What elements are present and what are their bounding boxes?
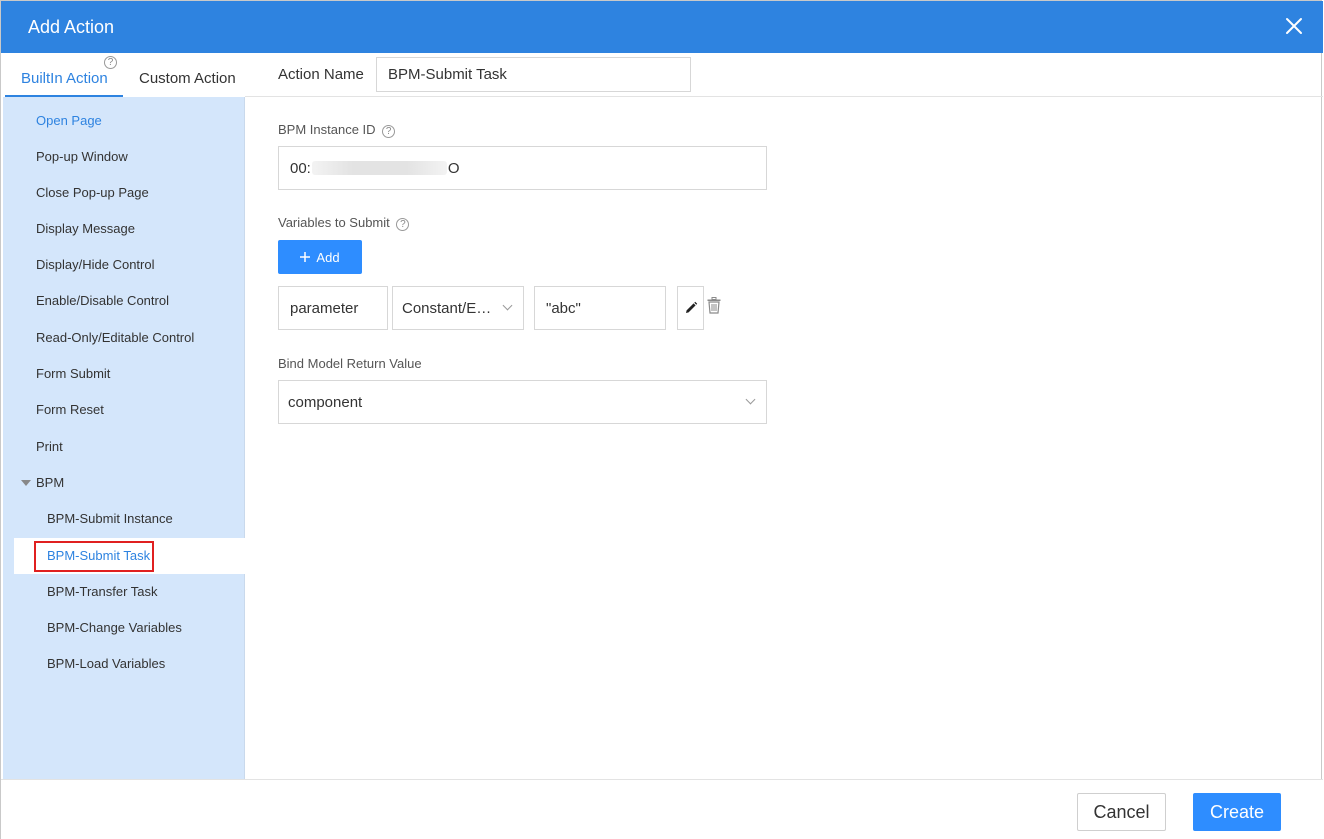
active-tab-indicator — [5, 95, 123, 97]
variable-name-input[interactable]: parameter — [278, 286, 388, 330]
sidebar-item-form-reset[interactable]: Form Reset — [3, 392, 245, 428]
sidebar-item-print[interactable]: Print — [3, 429, 245, 465]
sidebar-item-label: Form Reset — [36, 402, 104, 417]
action-name-input[interactable]: BPM-Submit Task — [376, 57, 691, 92]
sidebar-item-bpm-load-variables[interactable]: BPM-Load Variables — [3, 646, 245, 682]
action-name-label: Action Name — [278, 66, 364, 83]
add-action-dialog: Add Action BuiltIn Action ? Custom Actio… — [0, 0, 1323, 839]
help-icon: ? — [104, 56, 117, 69]
sidebar-item-form-submit[interactable]: Form Submit — [3, 356, 245, 392]
instance-id-label: BPM Instance ID ? — [278, 122, 396, 138]
variables-label: Variables to Submit ? — [278, 215, 410, 231]
sidebar-item-label: Close Pop-up Page — [36, 185, 149, 200]
sidebar-item-display-hide[interactable]: Display/Hide Control — [3, 247, 245, 283]
sidebar-item-bpm-submit-instance[interactable]: BPM-Submit Instance — [3, 501, 245, 537]
chevron-down-icon — [745, 394, 756, 405]
cancel-button[interactable]: Cancel — [1077, 793, 1166, 831]
sidebar-item-popup-window[interactable]: Pop-up Window — [3, 139, 245, 175]
sidebar-item-label: BPM-Transfer Task — [47, 584, 158, 599]
caret-down-icon — [21, 480, 31, 486]
plus-icon — [300, 252, 311, 262]
pencil-icon — [685, 301, 697, 313]
variable-type-value: Constant/E… — [402, 299, 492, 317]
trash-icon[interactable] — [707, 297, 721, 319]
create-button[interactable]: Create — [1193, 793, 1281, 831]
action-name-row: Action Name BPM-Submit Task — [245, 53, 1323, 97]
instance-id-label-text: BPM Instance ID — [278, 122, 376, 137]
sidebar-item-open-page[interactable]: Open Page — [3, 103, 245, 139]
dialog-title: Add Action — [28, 17, 115, 37]
sidebar-item-label: Pop-up Window — [36, 149, 128, 164]
instance-id-prefix: 00: — [290, 159, 311, 177]
sidebar-item-readonly-editable[interactable]: Read-Only/Editable Control — [3, 320, 245, 356]
sidebar-group-bpm[interactable]: BPM — [3, 465, 245, 501]
sidebar-item-label: BPM-Submit Task — [47, 548, 151, 563]
sidebar-item-bpm-transfer-task[interactable]: BPM-Transfer Task — [3, 574, 245, 610]
add-button-label: Add — [316, 249, 340, 265]
sidebar-item-label: BPM-Submit Instance — [47, 511, 173, 526]
sidebar-item-label: Display/Hide Control — [36, 257, 155, 272]
instance-id-input[interactable]: 00: O — [278, 146, 767, 190]
tab-builtin-action[interactable]: BuiltIn Action — [21, 70, 108, 87]
return-value-text: component — [288, 393, 363, 411]
instance-id-suffix: O — [447, 159, 460, 177]
return-value-select[interactable]: component — [278, 380, 767, 424]
sidebar-group-label: BPM — [36, 475, 65, 490]
variable-type-select[interactable]: Constant/E… — [392, 286, 524, 330]
redacted-value — [311, 161, 447, 175]
sidebar-item-enable-disable[interactable]: Enable/Disable Control — [3, 283, 245, 319]
sidebar-item-label: Display Message — [36, 221, 135, 236]
sidebar-item-bpm-submit-task[interactable]: BPM-Submit Task — [14, 538, 245, 574]
action-sidebar: BuiltIn Action ? Custom Action Open Page… — [3, 53, 245, 779]
action-tabs: BuiltIn Action ? Custom Action — [3, 53, 245, 97]
sidebar-item-label: BPM-Load Variables — [47, 656, 166, 671]
tab-custom-action[interactable]: Custom Action — [139, 70, 236, 87]
sidebar-item-label: BPM-Change Variables — [47, 620, 182, 635]
sidebar-item-label: Enable/Disable Control — [36, 293, 169, 308]
sidebar-item-display-message[interactable]: Display Message — [3, 211, 245, 247]
sidebar-item-label: Open Page — [36, 113, 102, 128]
variable-value-input[interactable]: "abc" — [534, 286, 666, 330]
help-icon: ? — [382, 125, 396, 138]
sidebar-item-label: Print — [36, 439, 63, 454]
help-icon: ? — [396, 218, 410, 231]
sidebar-item-label: Read-Only/Editable Control — [36, 330, 195, 345]
dialog-footer: Cancel Create — [1, 779, 1323, 839]
edit-variable-button[interactable] — [677, 286, 704, 330]
return-value-label: Bind Model Return Value — [278, 356, 422, 371]
sidebar-item-close-popup[interactable]: Close Pop-up Page — [3, 175, 245, 211]
add-variable-button[interactable]: Add — [278, 240, 362, 274]
close-icon[interactable] — [1283, 15, 1305, 37]
sidebar-item-bpm-change-variables[interactable]: BPM-Change Variables — [3, 610, 245, 646]
dialog-titlebar: Add Action — [1, 1, 1323, 53]
sidebar-item-label: Form Submit — [36, 366, 111, 381]
chevron-down-icon — [502, 300, 513, 311]
variables-label-text: Variables to Submit — [278, 215, 390, 230]
